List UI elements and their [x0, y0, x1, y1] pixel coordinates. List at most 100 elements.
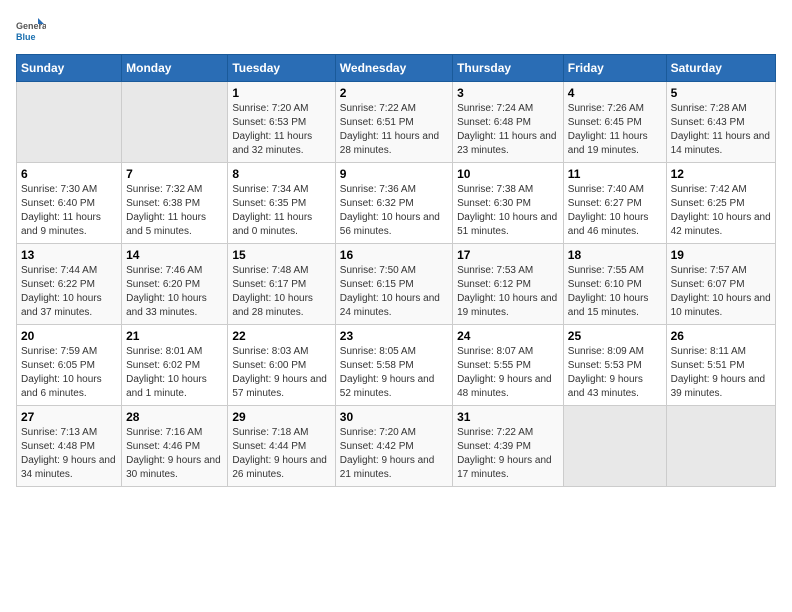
day-number: 3 — [457, 86, 559, 100]
day-info: Sunrise: 7:28 AMSunset: 6:43 PMDaylight:… — [671, 102, 771, 158]
week-row-3: 13 Sunrise: 7:44 AMSunset: 6:22 PMDayligh… — [17, 244, 776, 325]
day-info: Sunrise: 7:22 AMSunset: 6:51 PMDaylight:… — [340, 102, 448, 158]
day-info: Sunrise: 8:09 AMSunset: 5:53 PMDaylight:… — [568, 345, 662, 401]
day-number: 23 — [340, 329, 448, 343]
day-number: 25 — [568, 329, 662, 343]
day-number: 26 — [671, 329, 771, 343]
day-cell-21: 20 Sunrise: 7:59 AMSunset: 6:05 PMDayligh… — [17, 325, 122, 406]
day-cell-13: 12Sunrise: 7:42 AMSunset: 6:25 PMDayligh… — [666, 163, 775, 244]
day-info: Sunrise: 8:03 AMSunset: 6:00 PMDaylight:… — [232, 345, 330, 401]
day-cell-23: 22Sunrise: 8:03 AMSunset: 6:00 PMDayligh… — [228, 325, 335, 406]
day-info: Sunrise: 7:40 AMSunset: 6:27 PMDaylight:… — [568, 183, 662, 239]
day-number: 6 — [21, 167, 117, 181]
day-info: Sunrise: 7:59 AMSunset: 6:05 PMDaylight:… — [21, 345, 117, 401]
day-info: Sunrise: 8:11 AMSunset: 5:51 PMDaylight:… — [671, 345, 771, 401]
day-number: 16 — [340, 248, 448, 262]
week-row-1: 1 Sunrise: 7:20 AMSunset: 6:53 PMDaylight… — [17, 82, 776, 163]
day-cell-2: 1 Sunrise: 7:20 AMSunset: 6:53 PMDaylight… — [228, 82, 335, 163]
day-cell-30: 29 Sunrise: 7:18 AMSunset: 4:44 PMDayligh… — [228, 406, 335, 487]
day-header-tuesday: Tuesday — [228, 55, 335, 82]
day-cell-33 — [563, 406, 666, 487]
day-number: 24 — [457, 329, 559, 343]
day-number: 20 — [21, 329, 117, 343]
day-info: Sunrise: 7:53 AMSunset: 6:12 PMDaylight:… — [457, 264, 559, 320]
day-cell-26: 25 Sunrise: 8:09 AMSunset: 5:53 PMDayligh… — [563, 325, 666, 406]
day-number: 8 — [232, 167, 330, 181]
day-cell-1 — [122, 82, 228, 163]
day-cell-12: 11 Sunrise: 7:40 AMSunset: 6:27 PMDayligh… — [563, 163, 666, 244]
day-number: 30 — [340, 410, 448, 424]
day-header-saturday: Saturday — [666, 55, 775, 82]
day-number: 31 — [457, 410, 559, 424]
day-header-thursday: Thursday — [453, 55, 564, 82]
day-info: Sunrise: 7:48 AMSunset: 6:17 PMDaylight:… — [232, 264, 330, 320]
day-cell-18: 17 Sunrise: 7:53 AMSunset: 6:12 PMDayligh… — [453, 244, 564, 325]
day-number: 21 — [126, 329, 223, 343]
day-number: 10 — [457, 167, 559, 181]
calendar-table: SundayMondayTuesdayWednesdayThursdayFrid… — [16, 54, 776, 487]
day-number: 7 — [126, 167, 223, 181]
day-number: 18 — [568, 248, 662, 262]
day-cell-19: 18 Sunrise: 7:55 AMSunset: 6:10 PMDayligh… — [563, 244, 666, 325]
day-cell-4: 3 Sunrise: 7:24 AMSunset: 6:48 PMDaylight… — [453, 82, 564, 163]
day-number: 2 — [340, 86, 448, 100]
day-number: 27 — [21, 410, 117, 424]
day-number: 19 — [671, 248, 771, 262]
day-header-wednesday: Wednesday — [335, 55, 452, 82]
day-info: Sunrise: 8:07 AMSunset: 5:55 PMDaylight:… — [457, 345, 559, 401]
day-number: 13 — [21, 248, 117, 262]
day-number: 15 — [232, 248, 330, 262]
week-row-4: 20 Sunrise: 7:59 AMSunset: 6:05 PMDayligh… — [17, 325, 776, 406]
day-cell-11: 10 Sunrise: 7:38 AMSunset: 6:30 PMDayligh… — [453, 163, 564, 244]
day-number: 1 — [232, 86, 330, 100]
day-cell-17: 16 Sunrise: 7:50 AMSunset: 6:15 PMDayligh… — [335, 244, 452, 325]
header-row: SundayMondayTuesdayWednesdayThursdayFrid… — [17, 55, 776, 82]
page-container: General Blue SundayMondayTuesdayWednesda… — [16, 16, 776, 487]
day-info: Sunrise: 7:55 AMSunset: 6:10 PMDaylight:… — [568, 264, 662, 320]
day-cell-31: 30Sunrise: 7:20 AMSunset: 4:42 PMDayligh… — [335, 406, 452, 487]
svg-text:Blue: Blue — [16, 32, 36, 42]
day-info: Sunrise: 7:42 AMSunset: 6:25 PMDaylight:… — [671, 183, 771, 239]
day-cell-25: 24 Sunrise: 8:07 AMSunset: 5:55 PMDayligh… — [453, 325, 564, 406]
day-info: Sunrise: 7:16 AMSunset: 4:46 PMDaylight:… — [126, 426, 223, 482]
week-row-5: 27 Sunrise: 7:13 AMSunset: 4:48 PMDayligh… — [17, 406, 776, 487]
day-info: Sunrise: 7:18 AMSunset: 4:44 PMDaylight:… — [232, 426, 330, 482]
day-cell-29: 28 Sunrise: 7:16 AMSunset: 4:46 PMDayligh… — [122, 406, 228, 487]
day-info: Sunrise: 7:46 AMSunset: 6:20 PMDaylight:… — [126, 264, 223, 320]
day-number: 5 — [671, 86, 771, 100]
day-info: Sunrise: 7:44 AMSunset: 6:22 PMDaylight:… — [21, 264, 117, 320]
day-cell-0 — [17, 82, 122, 163]
day-number: 17 — [457, 248, 559, 262]
day-cell-15: 14Sunrise: 7:46 AMSunset: 6:20 PMDayligh… — [122, 244, 228, 325]
day-info: Sunrise: 7:32 AMSunset: 6:38 PMDaylight:… — [126, 183, 223, 239]
day-info: Sunrise: 7:13 AMSunset: 4:48 PMDaylight:… — [21, 426, 117, 482]
day-info: Sunrise: 7:30 AMSunset: 6:40 PMDaylight:… — [21, 183, 117, 239]
logo: General Blue — [16, 16, 46, 46]
day-info: Sunrise: 7:38 AMSunset: 6:30 PMDaylight:… — [457, 183, 559, 239]
day-info: Sunrise: 7:20 AMSunset: 6:53 PMDaylight:… — [232, 102, 330, 158]
day-number: 11 — [568, 167, 662, 181]
day-info: Sunrise: 8:01 AMSunset: 6:02 PMDaylight:… — [126, 345, 223, 401]
day-number: 28 — [126, 410, 223, 424]
day-cell-9: 8Sunrise: 7:34 AMSunset: 6:35 PMDaylight… — [228, 163, 335, 244]
logo-svg: General Blue — [16, 16, 46, 46]
day-number: 9 — [340, 167, 448, 181]
day-cell-6: 5 Sunrise: 7:28 AMSunset: 6:43 PMDaylight… — [666, 82, 775, 163]
day-header-friday: Friday — [563, 55, 666, 82]
day-cell-20: 19 Sunrise: 7:57 AMSunset: 6:07 PMDayligh… — [666, 244, 775, 325]
day-cell-3: 2 Sunrise: 7:22 AMSunset: 6:51 PMDaylight… — [335, 82, 452, 163]
day-cell-14: 13 Sunrise: 7:44 AMSunset: 6:22 PMDayligh… — [17, 244, 122, 325]
day-info: Sunrise: 7:57 AMSunset: 6:07 PMDaylight:… — [671, 264, 771, 320]
day-number: 29 — [232, 410, 330, 424]
day-cell-10: 9Sunrise: 7:36 AMSunset: 6:32 PMDaylight… — [335, 163, 452, 244]
day-info: Sunrise: 7:24 AMSunset: 6:48 PMDaylight:… — [457, 102, 559, 158]
day-cell-22: 21 Sunrise: 8:01 AMSunset: 6:02 PMDayligh… — [122, 325, 228, 406]
day-cell-8: 7 Sunrise: 7:32 AMSunset: 6:38 PMDaylight… — [122, 163, 228, 244]
day-cell-7: 6 Sunrise: 7:30 AMSunset: 6:40 PMDaylight… — [17, 163, 122, 244]
day-number: 4 — [568, 86, 662, 100]
day-info: Sunrise: 8:05 AMSunset: 5:58 PMDaylight:… — [340, 345, 448, 401]
day-cell-27: 26 Sunrise: 8:11 AMSunset: 5:51 PMDayligh… — [666, 325, 775, 406]
day-info: Sunrise: 7:50 AMSunset: 6:15 PMDaylight:… — [340, 264, 448, 320]
day-cell-28: 27 Sunrise: 7:13 AMSunset: 4:48 PMDayligh… — [17, 406, 122, 487]
day-cell-32: 31Sunrise: 7:22 AMSunset: 4:39 PMDayligh… — [453, 406, 564, 487]
